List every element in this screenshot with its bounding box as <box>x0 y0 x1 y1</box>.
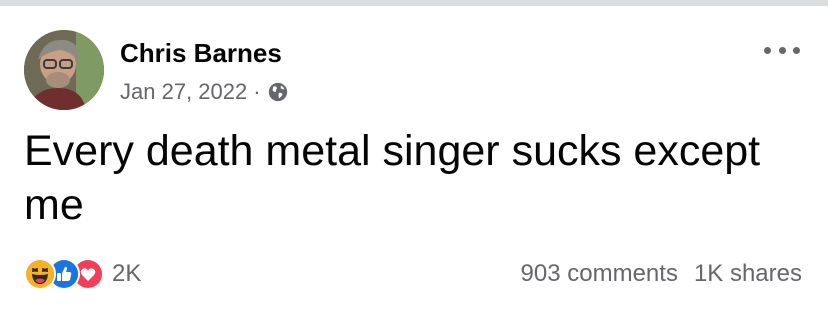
reaction-count: 2K <box>112 260 142 287</box>
reactions-summary[interactable]: 2K <box>24 256 141 292</box>
more-dot-icon <box>764 46 771 54</box>
post-text: Every death metal singer sucks except me <box>24 127 761 229</box>
top-divider <box>0 0 828 6</box>
avatar-photo <box>24 30 104 110</box>
more-dot-icon <box>778 46 786 54</box>
post-date[interactable]: Jan 27, 2022 <box>120 79 247 105</box>
engagement-stats: 903 comments 1K shares <box>521 258 802 290</box>
shares-count-link[interactable]: 1K shares <box>694 260 802 288</box>
more-dot-icon <box>793 46 800 54</box>
post-meta: Jan 27, 2022 · <box>120 78 289 106</box>
comments-count-link[interactable]: 903 comments <box>521 260 678 288</box>
more-options-button[interactable] <box>764 40 800 60</box>
haha-icon <box>24 258 56 290</box>
author-name[interactable]: Chris Barnes <box>120 38 282 69</box>
avatar[interactable] <box>24 30 104 110</box>
globe-icon <box>268 82 287 102</box>
meta-separator: · <box>253 79 261 104</box>
